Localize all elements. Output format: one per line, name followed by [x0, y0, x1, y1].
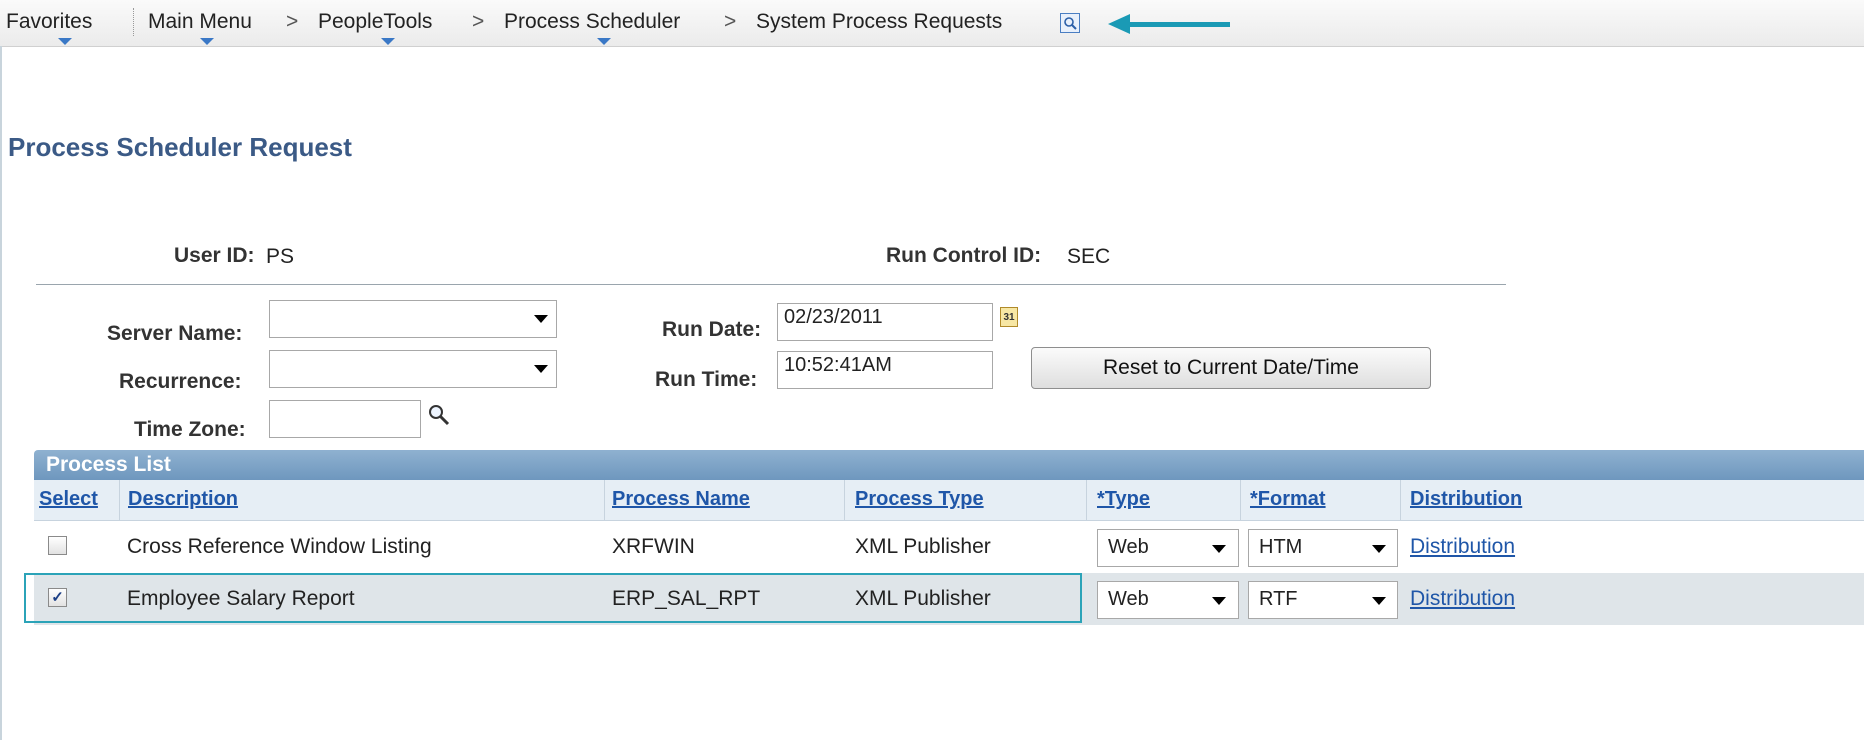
page-search-icon[interactable] — [1060, 13, 1080, 33]
calendar-icon[interactable]: 31 — [1000, 307, 1018, 327]
chevron-down-icon — [1372, 597, 1386, 605]
col-process-name[interactable]: Process Name — [612, 488, 750, 511]
chevron-down-icon — [1212, 545, 1226, 553]
breadcrumb-separator: > — [472, 10, 485, 33]
process-list-column-headers: Select Description Process Name Process … — [34, 480, 1864, 521]
run-time-value: 10:52:41AM — [784, 354, 892, 376]
nav-main-menu[interactable]: Main Menu — [148, 10, 252, 34]
row-description: Cross Reference Window Listing — [127, 535, 432, 558]
breadcrumb-separator: > — [724, 10, 737, 33]
reset-date-time-button[interactable]: Reset to Current Date/Time — [1031, 347, 1431, 389]
user-id-label: User ID: — [174, 244, 255, 267]
column-divider — [1240, 480, 1241, 520]
table-row: Cross Reference Window Listing XRFWIN XM… — [34, 521, 1864, 573]
chevron-down-icon — [1372, 545, 1386, 553]
nav-process-scheduler[interactable]: Process Scheduler — [504, 10, 680, 34]
chevron-down-icon[interactable] — [200, 38, 214, 45]
user-id-value: PS — [266, 245, 295, 268]
run-time-input[interactable]: 10:52:41AM — [777, 351, 993, 389]
nav-favorites[interactable]: Favorites — [6, 10, 92, 34]
process-list-header: Process List — [34, 450, 1864, 480]
row-distribution-link[interactable]: Distribution — [1410, 535, 1515, 559]
col-type[interactable]: *Type — [1097, 488, 1150, 511]
nav-divider — [133, 8, 135, 36]
server-name-label: Server Name: — [107, 322, 243, 345]
chevron-down-icon — [534, 315, 548, 323]
col-format[interactable]: *Format — [1250, 488, 1326, 511]
col-select[interactable]: Select — [39, 488, 98, 511]
col-process-type[interactable]: Process Type — [855, 488, 984, 511]
row-type-select[interactable]: Web — [1097, 529, 1239, 567]
column-divider — [844, 480, 845, 520]
run-time-label: Run Time: — [655, 368, 758, 391]
row-format-select[interactable]: HTM — [1248, 529, 1398, 567]
time-zone-input[interactable] — [269, 400, 421, 438]
row-select-checkbox[interactable] — [48, 536, 67, 555]
top-navigation-bar: Favorites Main Menu > PeopleTools > Proc… — [0, 0, 1864, 47]
table-row: ✓ Employee Salary Report ERP_SAL_RPT XML… — [34, 573, 1864, 625]
row-format-value: RTF — [1259, 588, 1298, 610]
time-zone-label: Time Zone: — [134, 418, 246, 441]
run-date-label: Run Date: — [662, 318, 762, 341]
column-divider — [1400, 480, 1401, 520]
row-distribution-link[interactable]: Distribution — [1410, 587, 1515, 611]
row-process-name: ERP_SAL_RPT — [612, 587, 761, 610]
page-title: Process Scheduler Request — [8, 132, 352, 162]
row-process-type: XML Publisher — [855, 535, 991, 558]
chevron-down-icon[interactable] — [58, 38, 72, 45]
row-select-checkbox[interactable]: ✓ — [48, 588, 67, 607]
recurrence-select[interactable] — [269, 350, 557, 388]
column-divider — [1086, 480, 1087, 520]
run-date-value: 02/23/2011 — [784, 306, 883, 328]
breadcrumb-separator: > — [286, 10, 299, 33]
nav-peopletools[interactable]: PeopleTools — [318, 10, 432, 34]
row-process-name: XRFWIN — [612, 535, 695, 558]
row-process-type: XML Publisher — [855, 587, 991, 610]
col-distribution[interactable]: Distribution — [1410, 488, 1522, 511]
process-list-title: Process List — [46, 453, 171, 476]
server-name-select[interactable] — [269, 300, 557, 338]
row-type-value: Web — [1108, 588, 1149, 610]
row-description: Employee Salary Report — [127, 587, 355, 610]
column-divider — [604, 480, 605, 520]
page-left-border — [0, 46, 2, 740]
nav-current-page: System Process Requests — [756, 10, 1003, 33]
row-type-value: Web — [1108, 536, 1149, 558]
column-divider — [119, 480, 120, 520]
run-date-input[interactable]: 02/23/2011 — [777, 303, 993, 341]
lookup-magnifier-icon[interactable] — [426, 402, 452, 428]
chevron-down-icon[interactable] — [597, 38, 611, 45]
col-description[interactable]: Description — [128, 488, 238, 511]
run-control-id-label: Run Control ID: — [886, 244, 1042, 267]
run-control-id-value: SEC — [1067, 245, 1111, 268]
divider — [36, 284, 1506, 285]
row-format-select[interactable]: RTF — [1248, 581, 1398, 619]
row-format-value: HTM — [1259, 536, 1303, 558]
chevron-down-icon — [534, 365, 548, 373]
annotation-arrow-line — [1125, 22, 1230, 27]
chevron-down-icon — [1212, 597, 1226, 605]
chevron-down-icon[interactable] — [381, 38, 395, 45]
recurrence-label: Recurrence: — [119, 370, 242, 393]
row-type-select[interactable]: Web — [1097, 581, 1239, 619]
